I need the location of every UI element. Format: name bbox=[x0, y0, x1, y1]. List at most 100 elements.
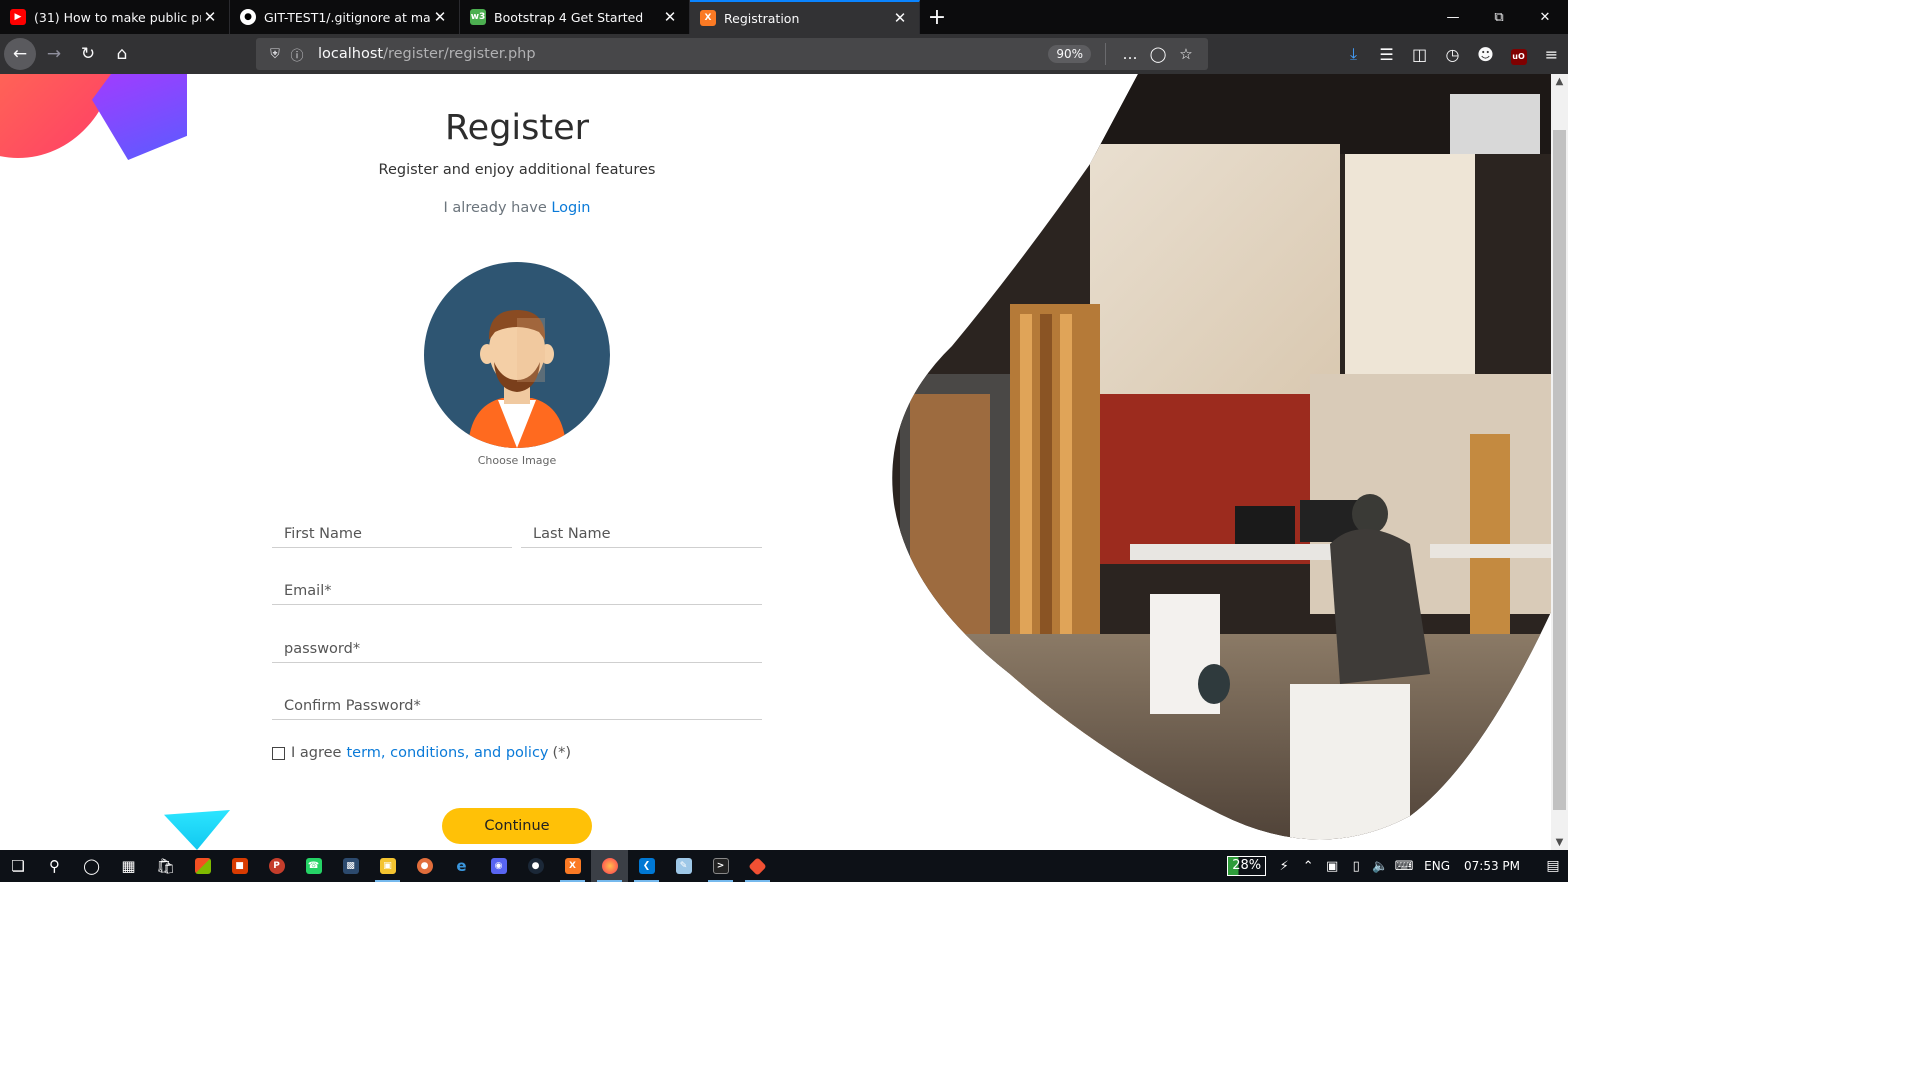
confirm-password-field[interactable] bbox=[272, 682, 762, 720]
tab-bootstrap[interactable]: w3 Bootstrap 4 Get Started ✕ bbox=[460, 0, 690, 34]
scroll-down-icon[interactable]: ▼ bbox=[1551, 837, 1568, 848]
bookmark-star-icon[interactable]: ☆ bbox=[1172, 45, 1200, 63]
git-icon[interactable] bbox=[739, 850, 776, 882]
library-icon[interactable]: ☰ bbox=[1370, 45, 1403, 64]
battery-indicator[interactable]: 28% bbox=[1227, 856, 1267, 876]
windows-start-icon[interactable]: ❏ bbox=[0, 850, 36, 882]
mysql-workbench-icon[interactable]: ● bbox=[406, 850, 443, 882]
account-icon[interactable]: ☻ bbox=[1469, 45, 1502, 64]
url-host: localhost bbox=[318, 46, 384, 62]
page-actions-icon[interactable]: … bbox=[1116, 45, 1144, 63]
back-arrow-icon[interactable]: ← bbox=[4, 38, 36, 70]
office-icon[interactable] bbox=[184, 850, 221, 882]
pdf-reader-icon[interactable]: ■ bbox=[221, 850, 258, 882]
notifications-icon[interactable]: ▤ bbox=[1538, 858, 1568, 874]
avatar-image[interactable] bbox=[424, 262, 610, 448]
terms-agreement: I agree term, conditions, and policy (*) bbox=[272, 745, 571, 761]
scroll-up-icon[interactable]: ▲ bbox=[1551, 76, 1568, 87]
discord-icon[interactable]: ◉ bbox=[480, 850, 517, 882]
cmd-icon[interactable]: > bbox=[702, 850, 739, 882]
password-input[interactable] bbox=[272, 625, 762, 661]
page-scrollbar[interactable]: ▲ ▼ bbox=[1551, 74, 1568, 850]
first-name-input[interactable] bbox=[272, 510, 512, 546]
vscode-icon[interactable]: ❮ bbox=[628, 850, 665, 882]
menu-hamburger-icon[interactable]: ≡ bbox=[1535, 45, 1568, 64]
reload-icon[interactable]: ↻ bbox=[72, 38, 104, 70]
store-icon[interactable]: 🛍 bbox=[147, 850, 184, 882]
choose-image-label[interactable]: Choose Image bbox=[262, 454, 772, 467]
email-input[interactable] bbox=[272, 567, 762, 603]
window-controls: — ⧉ ✕ bbox=[1430, 0, 1568, 34]
tracking-shield-icon[interactable]: ⛨ bbox=[264, 47, 286, 62]
pocket-icon[interactable]: ◯ bbox=[1144, 45, 1172, 63]
restore-icon[interactable]: ⧉ bbox=[1476, 0, 1522, 34]
close-window-icon[interactable]: ✕ bbox=[1522, 0, 1568, 34]
url-path: /register/register.php bbox=[383, 46, 536, 62]
first-name-field[interactable] bbox=[272, 510, 512, 548]
close-tab-icon[interactable]: ✕ bbox=[661, 8, 679, 26]
history-clock-icon[interactable]: ◷ bbox=[1436, 45, 1469, 64]
close-tab-icon[interactable]: ✕ bbox=[431, 8, 449, 26]
volume-icon[interactable]: 🔈 bbox=[1368, 859, 1392, 874]
tab-youtube[interactable]: ▶ (31) How to make public privat ✕ bbox=[0, 0, 230, 34]
email-field[interactable] bbox=[272, 567, 762, 605]
close-tab-icon[interactable]: ✕ bbox=[201, 8, 219, 26]
password-field[interactable] bbox=[272, 625, 762, 663]
zoom-level-badge[interactable]: 90% bbox=[1048, 45, 1091, 63]
page-title: Register bbox=[444, 108, 590, 148]
cortana-icon[interactable]: ◯ bbox=[73, 850, 110, 882]
tab-registration[interactable]: X Registration ✕ bbox=[690, 0, 920, 34]
navigation-toolbar: ← → ↻ ⌂ ⛨ ⓘ localhost/register/register.… bbox=[0, 34, 1568, 74]
download-icon[interactable]: ⤓ bbox=[1337, 44, 1370, 64]
confirm-password-input[interactable] bbox=[272, 682, 762, 718]
notepad-icon[interactable]: ✎ bbox=[665, 850, 702, 882]
decorative-triangle bbox=[164, 810, 230, 850]
search-icon[interactable]: ⚲ bbox=[36, 850, 73, 882]
browser-tab-strip: ▶ (31) How to make public privat ✕ ● GIT… bbox=[0, 0, 1568, 34]
page-viewport: Register Register and enjoy additional f… bbox=[0, 74, 1551, 850]
sidebar-icon[interactable]: ◫ bbox=[1403, 45, 1436, 64]
postman-icon[interactable]: P bbox=[258, 850, 295, 882]
last-name-field[interactable] bbox=[521, 510, 762, 548]
keyboard-icon[interactable]: ⌨ bbox=[1392, 859, 1416, 874]
close-tab-icon[interactable]: ✕ bbox=[891, 9, 909, 27]
forward-arrow-icon[interactable]: → bbox=[38, 38, 70, 70]
firefox-icon[interactable] bbox=[591, 850, 628, 882]
w3schools-icon: w3 bbox=[470, 9, 486, 25]
tab-github[interactable]: ● GIT-TEST1/.gitignore at master ✕ bbox=[230, 0, 460, 34]
decorative-polygon bbox=[92, 74, 187, 160]
network-icon[interactable]: ▣ bbox=[1320, 859, 1344, 874]
minimize-icon[interactable]: — bbox=[1430, 0, 1476, 34]
scrollbar-thumb[interactable] bbox=[1553, 130, 1566, 810]
tab-title: Registration bbox=[724, 10, 800, 26]
github-icon: ● bbox=[240, 9, 256, 25]
file-explorer-icon[interactable]: ▣ bbox=[369, 850, 406, 882]
language-indicator[interactable]: ENG bbox=[1424, 859, 1450, 873]
address-bar[interactable]: ⛨ ⓘ localhost/register/register.php 90% … bbox=[256, 38, 1208, 70]
terminal-app-icon[interactable]: ▩ bbox=[332, 850, 369, 882]
power-plug-icon: ⚡ bbox=[1279, 858, 1289, 874]
edge-icon[interactable]: e bbox=[443, 850, 480, 882]
site-info-icon[interactable]: ⓘ bbox=[286, 45, 308, 64]
avatar-person-icon bbox=[468, 310, 566, 448]
terms-link[interactable]: term, conditions, and policy bbox=[346, 745, 548, 761]
login-link[interactable]: Login bbox=[551, 200, 590, 216]
battery-icon[interactable]: ▯ bbox=[1344, 859, 1368, 874]
url-separator bbox=[1105, 43, 1106, 65]
url-text[interactable]: localhost/register/register.php bbox=[318, 46, 1048, 62]
task-view-icon[interactable]: ▦ bbox=[110, 850, 147, 882]
clock[interactable]: 07:53 PM bbox=[1464, 859, 1520, 873]
agree-suffix: (*) bbox=[552, 745, 572, 761]
continue-button[interactable]: Continue bbox=[442, 808, 592, 844]
office-photo bbox=[892, 74, 1551, 840]
last-name-input[interactable] bbox=[521, 510, 762, 546]
new-tab-button[interactable]: + bbox=[920, 0, 954, 34]
show-hidden-icons-chevron-icon[interactable]: ⌃ bbox=[1296, 859, 1320, 874]
terms-checkbox[interactable] bbox=[272, 746, 285, 760]
tab-title: GIT-TEST1/.gitignore at master bbox=[264, 9, 431, 25]
home-icon[interactable]: ⌂ bbox=[106, 38, 138, 70]
whatsapp-icon[interactable]: ☎ bbox=[295, 850, 332, 882]
xampp-taskbar-icon[interactable]: X bbox=[554, 850, 591, 882]
steam-icon[interactable]: ● bbox=[517, 850, 554, 882]
ublock-icon[interactable]: uO bbox=[1502, 44, 1535, 65]
